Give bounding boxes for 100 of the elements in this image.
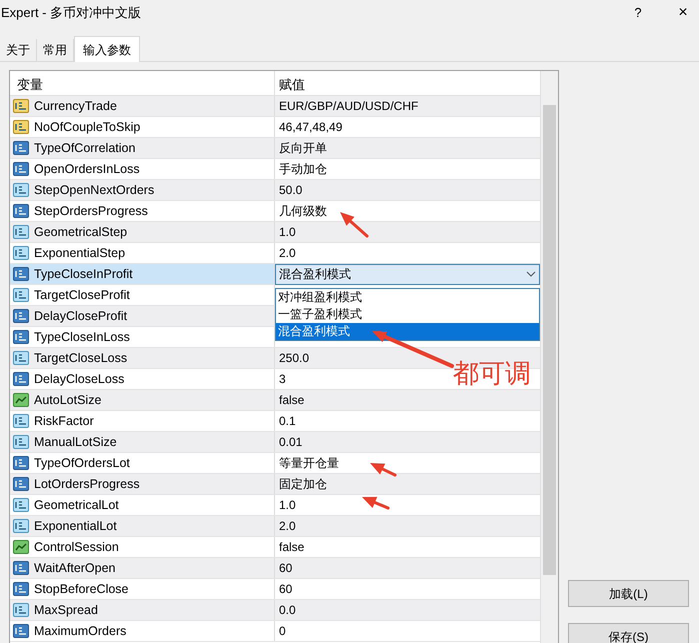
tab[interactable]: 关于 <box>0 39 37 61</box>
parameter-value: 2.0 <box>278 245 296 262</box>
name-cell[interactable]: GeometricalLot <box>10 495 275 515</box>
parameter-value: 3 <box>278 371 286 388</box>
parameter-value: 固定加仓 <box>278 476 327 493</box>
parameter-name: TypeCloseInProfit <box>34 266 133 283</box>
decimal-type-icon <box>13 498 29 512</box>
name-cell[interactable]: TypeOfCorrelation <box>10 138 275 158</box>
column-header[interactable]: 变量 <box>10 71 275 95</box>
parameter-value: 46,47,48,49 <box>278 119 342 136</box>
name-cell[interactable]: StopBeforeClose <box>10 579 275 599</box>
integer-type-icon <box>13 162 29 176</box>
integer-type-icon <box>13 330 29 344</box>
parameter-value: 手动加仓 <box>278 161 327 178</box>
dropdown-option[interactable]: 一篮子盈利模式 <box>276 306 539 323</box>
parameter-value: 反向开单 <box>278 140 327 157</box>
parameter-name: DelayCloseProfit <box>34 308 128 325</box>
name-cell[interactable]: DelayCloseLoss <box>10 369 275 389</box>
decimal-type-icon <box>13 183 29 197</box>
parameter-name: LotOrdersProgress <box>34 476 140 493</box>
scrollbar-thumb[interactable] <box>543 105 556 575</box>
decimal-type-icon <box>13 351 29 365</box>
dropdown-option[interactable]: 对冲组盈利模式 <box>276 289 539 306</box>
parameter-value: 1.0 <box>278 224 296 241</box>
decimal-type-icon <box>13 225 29 239</box>
tab[interactable]: 输入参数 <box>74 36 140 62</box>
name-cell[interactable]: StepOrdersProgress <box>10 201 275 221</box>
decimal-type-icon <box>13 246 29 260</box>
name-cell[interactable]: WaitAfterOpen <box>10 558 275 578</box>
parameter-name: DelayCloseLoss <box>34 370 124 388</box>
parameter-name: NoOfCoupleToSkip <box>34 118 140 136</box>
string-type-icon <box>13 120 29 134</box>
integer-type-icon <box>13 561 29 575</box>
name-cell[interactable]: ControlSession <box>10 537 275 557</box>
parameter-value: 1.0 <box>278 497 296 514</box>
name-cell[interactable]: ManualLotSize <box>10 432 275 452</box>
value-dropdown[interactable]: 混合盈利模式 <box>275 264 540 284</box>
name-cell[interactable]: MaxSpread <box>10 600 275 620</box>
name-cell[interactable]: CurrencyTrade <box>10 96 275 116</box>
parameter-name: ExponentialLot <box>34 518 117 535</box>
column-header[interactable]: 赋值 <box>275 71 540 95</box>
parameter-name: MaxSpread <box>34 602 98 619</box>
boolean-type-icon <box>13 540 29 554</box>
help-button[interactable]: ? <box>628 3 648 23</box>
parameter-name: OpenOrdersInLoss <box>34 160 140 178</box>
name-cell[interactable]: StepOpenNextOrders <box>10 180 275 200</box>
parameter-name: GeometricalLot <box>34 496 119 514</box>
parameter-name: ManualLotSize <box>34 434 117 451</box>
name-cell[interactable]: MaximumOrders <box>10 621 275 641</box>
parameter-value: 250.0 <box>278 350 310 367</box>
annotation-arrow <box>340 212 368 238</box>
close-button[interactable]: × <box>673 1 693 25</box>
name-cell[interactable]: ExponentialStep <box>10 243 275 263</box>
scrollbar[interactable] <box>540 71 558 643</box>
integer-type-icon <box>13 141 29 155</box>
decimal-type-icon <box>13 414 29 428</box>
parameter-name: StepOpenNextOrders <box>34 182 154 199</box>
integer-type-icon <box>13 582 29 596</box>
parameter-name: CurrencyTrade <box>34 98 117 115</box>
name-cell[interactable]: TypeCloseInLoss <box>10 327 275 347</box>
parameter-value: 60 <box>278 581 292 598</box>
parameter-name: StepOrdersProgress <box>34 202 148 220</box>
parameter-name: WaitAfterOpen <box>34 560 116 577</box>
name-cell[interactable]: TargetCloseProfit <box>10 285 275 305</box>
annotation-arrow <box>370 463 396 476</box>
name-cell[interactable]: TypeOfOrdersLot <box>10 453 275 473</box>
name-cell[interactable]: GeometricalStep <box>10 222 275 242</box>
parameter-name: RiskFactor <box>34 412 94 430</box>
name-cell[interactable]: TypeCloseInProfit <box>10 264 275 284</box>
name-cell[interactable]: ExponentialLot <box>10 516 275 536</box>
name-cell[interactable]: TargetCloseLoss <box>10 348 275 368</box>
dropdown-option[interactable]: 混合盈利模式 <box>276 323 539 340</box>
parameter-value: EUR/GBP/AUD/USD/CHF <box>278 98 418 115</box>
parameter-value: 2.0 <box>278 518 296 535</box>
parameter-name: AutoLotSize <box>34 392 102 409</box>
dialog-button[interactable]: 保存(S) <box>568 623 689 643</box>
name-cell[interactable]: RiskFactor <box>10 411 275 431</box>
integer-type-icon <box>13 624 29 638</box>
name-cell[interactable]: OpenOrdersInLoss <box>10 159 275 179</box>
parameter-value: 0.01 <box>278 434 302 451</box>
dialog-button[interactable]: 加载(L) <box>568 580 689 607</box>
parameter-value: 等量开仓量 <box>278 455 339 472</box>
parameter-value: 60 <box>278 560 292 577</box>
parameter-value: false <box>278 392 304 409</box>
integer-type-icon <box>13 477 29 491</box>
parameter-value: 0 <box>278 623 286 640</box>
name-cell[interactable]: AutoLotSize <box>10 390 275 410</box>
name-cell[interactable]: DelayCloseProfit <box>10 306 275 326</box>
decimal-type-icon <box>13 288 29 302</box>
parameter-value: 0.0 <box>278 602 296 619</box>
string-type-icon <box>13 99 29 113</box>
integer-type-icon <box>13 456 29 470</box>
window-title: Expert - 多币对冲中文版 <box>1 4 142 22</box>
parameter-name: ControlSession <box>34 538 119 556</box>
name-cell[interactable]: NoOfCoupleToSkip <box>10 117 275 137</box>
annotation-arrow <box>362 496 390 510</box>
parameter-name: TypeOfCorrelation <box>34 140 136 157</box>
parameter-value: 0.1 <box>278 413 296 430</box>
name-cell[interactable]: LotOrdersProgress <box>10 474 275 494</box>
parameter-name: TargetCloseProfit <box>34 286 130 304</box>
